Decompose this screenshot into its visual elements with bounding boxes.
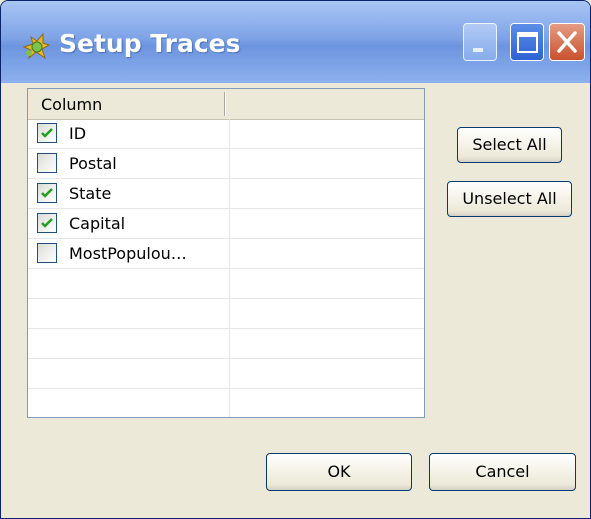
columns-table[interactable]: Column ID Postal State Capital MostPopul… xyxy=(27,88,425,418)
row-label: ID xyxy=(69,124,87,143)
column-divider xyxy=(229,209,230,239)
column-divider xyxy=(229,119,230,149)
table-row[interactable]: Postal xyxy=(28,149,424,179)
table-row[interactable]: MostPopulou… xyxy=(28,239,424,269)
row-checkbox[interactable] xyxy=(37,153,57,173)
setup-traces-dialog: Setup Traces Column ID Postal State Capi… xyxy=(0,0,591,519)
check-icon xyxy=(41,128,53,138)
check-icon xyxy=(41,218,53,228)
table-row[interactable]: State xyxy=(28,179,424,209)
empty-row xyxy=(28,359,424,389)
maximize-button[interactable] xyxy=(510,23,544,61)
empty-row xyxy=(28,269,424,299)
column-divider xyxy=(229,269,230,299)
table-row[interactable]: ID xyxy=(28,119,424,149)
window-title: Setup Traces xyxy=(59,29,241,58)
row-checkbox[interactable] xyxy=(37,213,57,233)
row-label: State xyxy=(69,184,112,203)
row-checkbox[interactable] xyxy=(37,183,57,203)
close-icon xyxy=(557,31,577,53)
row-label: MostPopulou… xyxy=(69,244,187,263)
column-divider xyxy=(229,299,230,329)
column-resize-handle[interactable] xyxy=(224,92,226,116)
table-row[interactable]: Capital xyxy=(28,209,424,239)
column-divider xyxy=(229,179,230,209)
minimize-icon xyxy=(473,48,483,52)
empty-row xyxy=(28,329,424,359)
unselect-all-button[interactable]: Unselect All xyxy=(447,181,572,217)
row-label: Capital xyxy=(69,214,126,233)
empty-row xyxy=(28,389,424,417)
cancel-button[interactable]: Cancel xyxy=(429,453,576,491)
column-divider xyxy=(229,359,230,389)
app-puzzle-icon xyxy=(21,31,51,61)
column-divider xyxy=(229,239,230,269)
select-all-button[interactable]: Select All xyxy=(457,127,562,163)
column-divider xyxy=(229,329,230,359)
maximize-icon xyxy=(517,32,538,53)
empty-row xyxy=(28,299,424,329)
column-divider xyxy=(229,149,230,179)
row-label: Postal xyxy=(69,154,117,173)
check-icon xyxy=(41,188,53,198)
title-bar[interactable]: Setup Traces xyxy=(1,1,590,83)
ok-button[interactable]: OK xyxy=(266,453,412,491)
column-header[interactable]: Column xyxy=(41,95,102,114)
row-checkbox[interactable] xyxy=(37,243,57,263)
row-checkbox[interactable] xyxy=(37,123,57,143)
close-button[interactable] xyxy=(549,23,585,61)
minimize-button[interactable] xyxy=(463,23,497,61)
table-header: Column xyxy=(28,89,424,120)
column-divider xyxy=(229,389,230,417)
